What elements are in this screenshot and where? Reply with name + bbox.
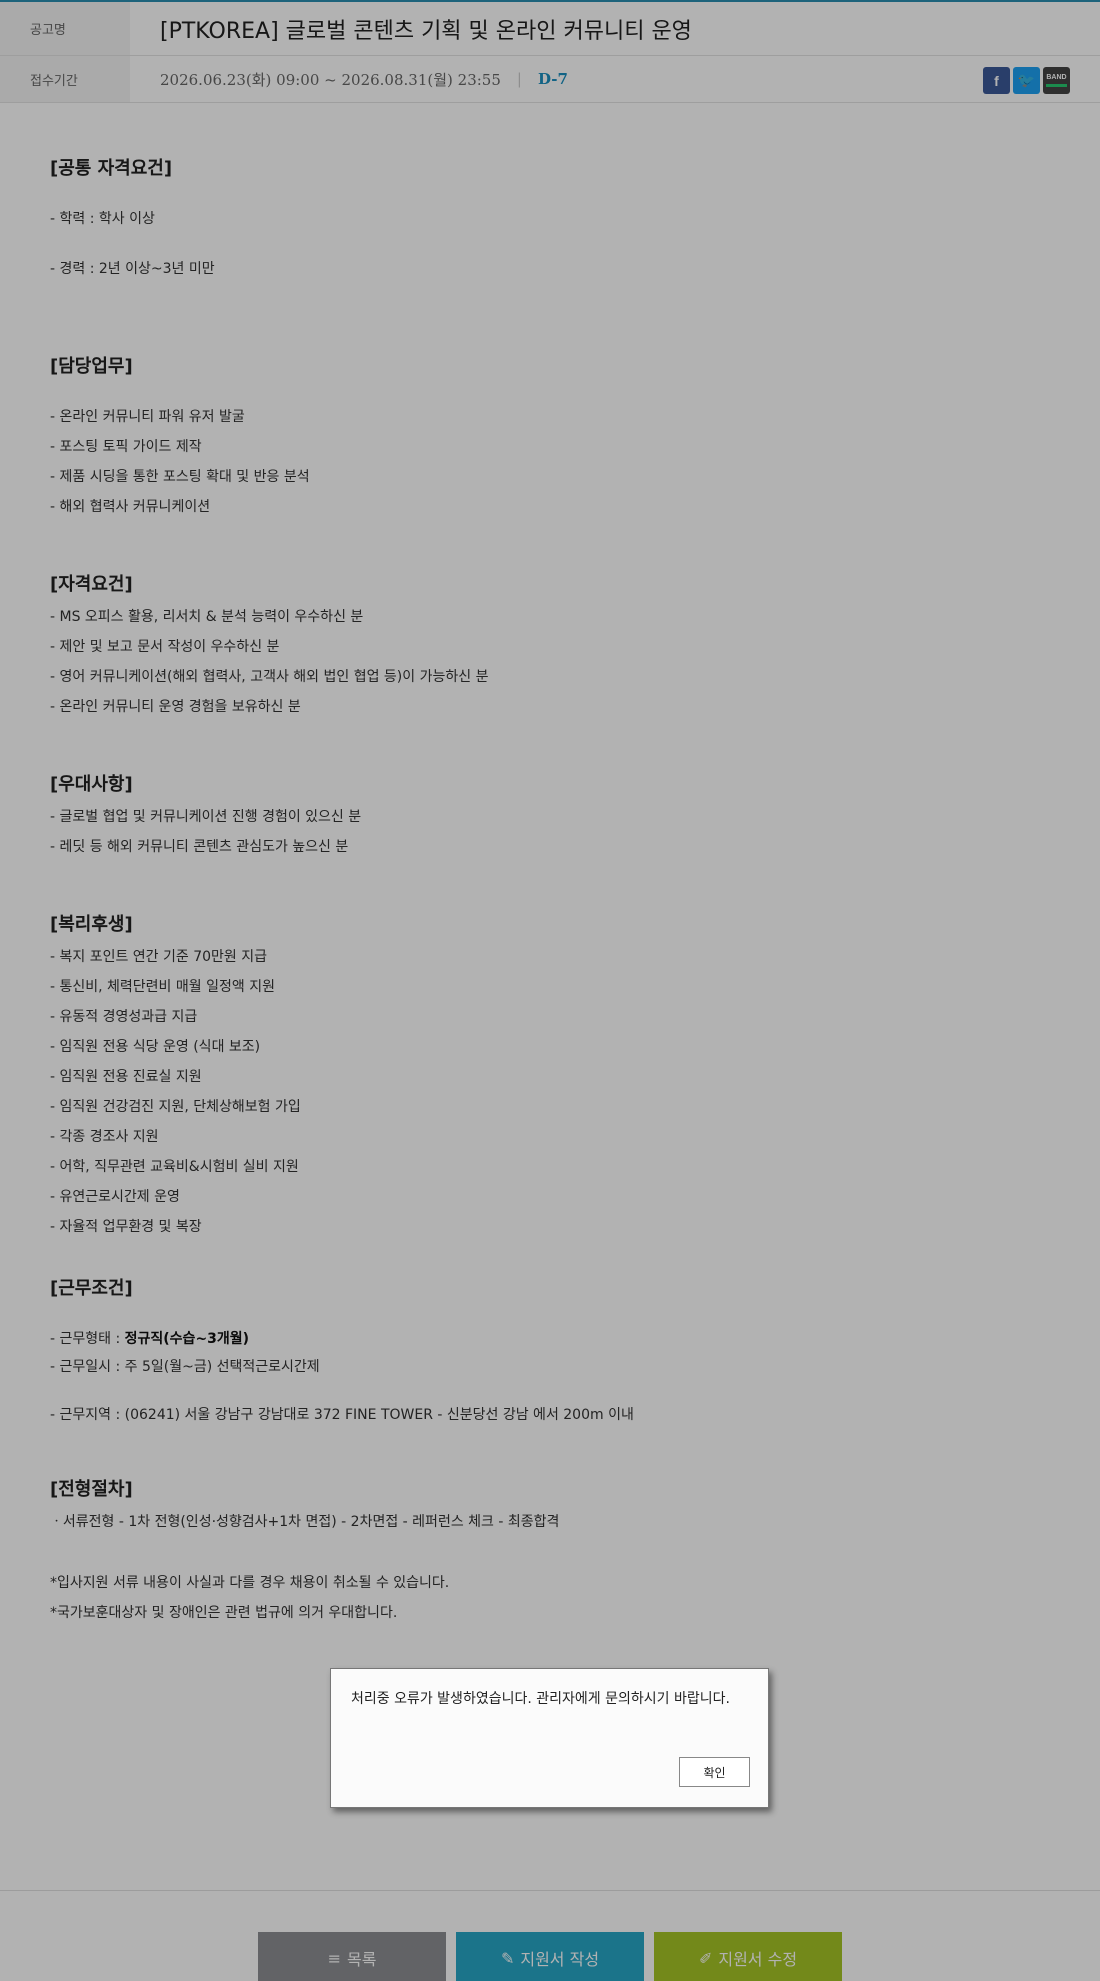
error-dialog: 처리중 오류가 발생하였습니다. 관리자에게 문의하시기 바랍니다. 확인 <box>330 1668 769 1808</box>
error-message: 처리중 오류가 발생하였습니다. 관리자에게 문의하시기 바랍니다. <box>351 1691 730 1707</box>
confirm-button[interactable]: 확인 <box>679 1757 750 1787</box>
